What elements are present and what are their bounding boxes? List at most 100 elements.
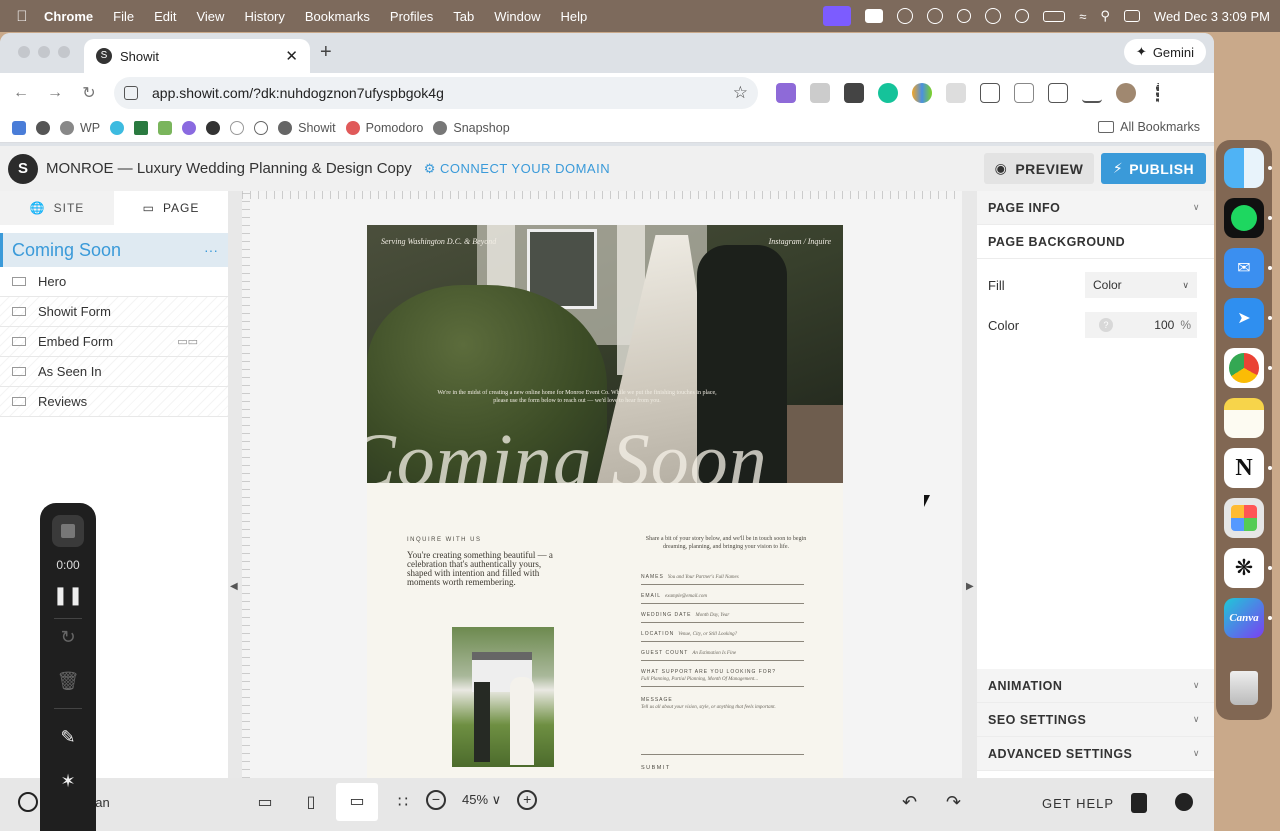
bookmark-7[interactable]	[182, 120, 197, 135]
submit-button[interactable]: SUBMIT	[641, 765, 671, 771]
field-email[interactable]: EMAIL example@email.com	[641, 593, 804, 604]
zoom-window-button[interactable]	[58, 46, 70, 58]
hero-section[interactable]: Serving Washington D.C. & Beyond Instagr…	[367, 225, 843, 483]
mobile-view-icon[interactable]: ▯	[300, 792, 322, 812]
section-reviews[interactable]: Reviews	[0, 387, 228, 417]
zoom-in-icon[interactable]: +	[517, 790, 538, 810]
stop-recording-button[interactable]	[52, 515, 84, 547]
inquire-title[interactable]: You're creating something beautiful — a …	[407, 551, 557, 587]
bookmark-wp[interactable]: WP	[60, 120, 100, 135]
profile-avatar-icon[interactable]	[1116, 83, 1136, 103]
docs-icon[interactable]	[1131, 793, 1147, 813]
connect-domain-link[interactable]: ⚙ CONNECT YOUR DOMAIN	[424, 161, 610, 177]
play-icon[interactable]	[985, 8, 1002, 24]
couple-photo[interactable]	[452, 627, 554, 767]
ext-v-icon[interactable]	[776, 83, 796, 103]
hero-tagline[interactable]: Serving Washington D.C. & Beyond	[381, 237, 496, 246]
camera-icon[interactable]	[810, 83, 830, 103]
zoom-select[interactable]: 45% ∨	[462, 792, 501, 808]
notes-icon[interactable]	[1224, 398, 1264, 438]
menu-view[interactable]: View	[196, 9, 224, 24]
form-intro-text[interactable]: Share a bit of your story below, and we'…	[641, 535, 811, 551]
menu-profiles[interactable]: Profiles	[390, 9, 433, 24]
field-message[interactable]: MESSAGE Tell us all about your vision, st…	[641, 697, 804, 755]
bookmark-showit[interactable]: Showit	[278, 120, 336, 135]
field-guest-count[interactable]: GUEST COUNT An Estimation Is Fine	[641, 650, 804, 661]
confetti-icon[interactable]: ✶	[40, 771, 96, 792]
menubar-datetime[interactable]: Wed Dec 3 3:09 PM	[1154, 9, 1270, 24]
section-embed-form[interactable]: Embed Form ▭▭	[0, 327, 228, 357]
field-support[interactable]: WHAT SUPPORT ARE YOU LOOKING FOR? Full Pl…	[641, 669, 804, 687]
trash-icon[interactable]	[1224, 668, 1264, 708]
menu-bookmarks[interactable]: Bookmarks	[305, 9, 370, 24]
page-background-section[interactable]: PAGE BACKGROUND	[977, 225, 1214, 259]
section-as-seen-in[interactable]: As Seen In	[0, 357, 228, 387]
menu-help[interactable]: Help	[561, 9, 588, 24]
desktop-view-icon[interactable]: ▭	[336, 783, 378, 821]
extensions-puzzle-icon[interactable]	[980, 83, 1000, 103]
coming-soon-headline[interactable]: Coming Soon	[367, 418, 843, 483]
forward-icon[interactable]: →	[38, 84, 72, 102]
c-app-icon[interactable]	[897, 8, 914, 24]
launchpad-icon[interactable]	[1224, 498, 1264, 538]
showit-logo-icon[interactable]: S	[8, 153, 38, 184]
bookmark-2[interactable]	[36, 120, 50, 135]
zoom-out-icon[interactable]: −	[426, 790, 446, 810]
collapse-left-icon[interactable]: ◀	[230, 581, 238, 592]
page-preview[interactable]: Serving Washington D.C. & Beyond Instagr…	[367, 225, 843, 778]
inquire-label[interactable]: INQUIRE WITH US	[407, 537, 482, 543]
color-picker-icon[interactable]	[912, 83, 932, 103]
undo-icon[interactable]: ↶	[902, 792, 917, 813]
ext-f-icon[interactable]	[844, 83, 864, 103]
ext-grid-icon[interactable]	[946, 83, 966, 103]
bookmark-pomodoro[interactable]: Pomodoro	[345, 120, 423, 135]
advanced-settings-section[interactable]: ADVANCED SETTINGS ∨	[977, 737, 1214, 771]
apple-icon[interactable]: 	[0, 8, 44, 25]
color-swatch[interactable]: ?	[1099, 318, 1113, 332]
seo-settings-section[interactable]: SEO SETTINGS ∨	[977, 703, 1214, 737]
bookmark-4[interactable]	[110, 120, 125, 135]
tab-site[interactable]: 🌐 SITE	[0, 191, 114, 225]
screen-share-icon[interactable]	[823, 6, 852, 26]
chrome-icon[interactable]	[1224, 348, 1264, 388]
spotify-icon[interactable]	[1224, 198, 1264, 238]
notion-menu-icon[interactable]	[865, 9, 884, 23]
cast-icon[interactable]	[1048, 83, 1068, 103]
hidden-devices-icon[interactable]: ▭▭	[177, 335, 198, 348]
address-bar[interactable]: app.showit.com/?dk:nuhdogznon7ufyspbgok4…	[114, 77, 758, 109]
hero-intro-text[interactable]: We're in the midst of creating a new onl…	[437, 389, 717, 405]
animation-section[interactable]: ANIMATION ∨	[977, 669, 1214, 703]
field-wedding-date[interactable]: WEDDING DATE Month Day, Year	[641, 612, 804, 623]
tab-showit[interactable]: S Showit ✕	[84, 39, 310, 73]
close-tab-icon[interactable]: ✕	[285, 47, 298, 65]
tab-page[interactable]: ▭ PAGE	[114, 191, 228, 225]
opacity-input[interactable]: 100	[1154, 318, 1174, 332]
canva-icon[interactable]: Canva	[1224, 598, 1264, 638]
new-tab-button[interactable]: +	[320, 41, 332, 64]
collapse-right-icon[interactable]: ▶	[966, 581, 974, 592]
notion-icon[interactable]: N	[1224, 448, 1264, 488]
reload-icon[interactable]: ↻	[72, 83, 106, 103]
site-info-icon[interactable]	[124, 86, 138, 100]
download-icon[interactable]	[1082, 83, 1102, 103]
menu-window[interactable]: Window	[494, 9, 540, 24]
grid-toggle-icon[interactable]: ∷	[392, 792, 414, 812]
preview-button[interactable]: ◉ PREVIEW	[984, 153, 1094, 184]
design-canvas[interactable]: Serving Washington D.C. & Beyond Instagr…	[242, 191, 962, 778]
mail-icon[interactable]: ✉	[1224, 248, 1264, 288]
color-picker[interactable]: ? 100 %	[1085, 312, 1197, 338]
publish-button[interactable]: ⚡ PUBLISH	[1101, 153, 1206, 184]
gemini-button[interactable]: ✦ Gemini	[1123, 39, 1206, 65]
grammarly-icon[interactable]	[878, 83, 898, 103]
bookmark-10[interactable]	[254, 120, 269, 135]
section-hero[interactable]: Hero	[0, 267, 228, 297]
password-key-icon[interactable]	[1014, 83, 1034, 103]
fill-select[interactable]: Color ∨	[1085, 272, 1197, 298]
desktop-switch-icon[interactable]: ▭	[254, 792, 276, 812]
trash-icon[interactable]: 🗑	[40, 671, 96, 692]
safari-icon[interactable]: ➤	[1224, 298, 1264, 338]
battery-icon[interactable]	[1043, 10, 1066, 22]
field-location[interactable]: LOCATION Venue, City, or Still Looking?	[641, 631, 804, 642]
bookmark-calendar[interactable]	[12, 120, 26, 135]
moon-icon[interactable]	[1015, 9, 1030, 23]
